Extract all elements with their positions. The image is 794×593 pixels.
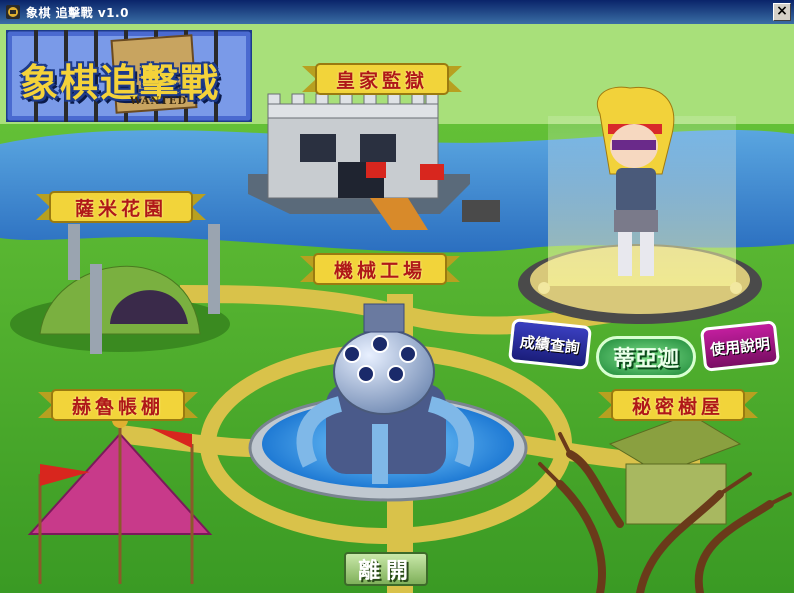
tent-banner[interactable]: 赫魯帳棚 (38, 388, 198, 422)
character-button[interactable]: 蒂亞迦 (596, 336, 696, 378)
game-window: 象棋 追擊戰 v1.0 × 象棋追擊戰 WANTED 皇家監獄 薩米花園 機械工… (0, 0, 794, 593)
app-icon (6, 5, 20, 19)
garden-banner[interactable]: 薩米花園 (36, 190, 206, 224)
game-logo: 象棋追擊戰 WANTED (6, 30, 252, 122)
window-title: 象棋 追擊戰 v1.0 (26, 6, 129, 20)
factory-banner[interactable]: 機械工場 (300, 252, 460, 286)
tent-label: 赫魯帳棚 (71, 395, 164, 418)
help-button[interactable]: 使用說明 (699, 320, 781, 372)
close-button[interactable]: × (773, 3, 791, 21)
prison-banner[interactable]: 皇家監獄 (302, 62, 462, 96)
treehouse-label: 秘密樹屋 (631, 395, 724, 418)
logo-title: 象棋追擊戰 (20, 60, 221, 105)
logo-wanted-label: WANTED (130, 96, 188, 107)
factory-label: 機械工場 (333, 259, 426, 282)
prison-label: 皇家監獄 (335, 69, 428, 92)
game-scene: 象棋追擊戰 WANTED 皇家監獄 薩米花園 機械工場 赫魯帳棚 秘密樹屋 成績… (0, 24, 794, 593)
title-bar[interactable]: 象棋 追擊戰 v1.0 × (0, 0, 794, 24)
scores-button[interactable]: 成績查詢 (507, 317, 593, 371)
exit-button[interactable]: 離開 (344, 552, 428, 586)
character-stage (518, 86, 762, 324)
treehouse-banner[interactable]: 秘密樹屋 (598, 388, 758, 422)
garden-label: 薩米花園 (74, 197, 167, 220)
